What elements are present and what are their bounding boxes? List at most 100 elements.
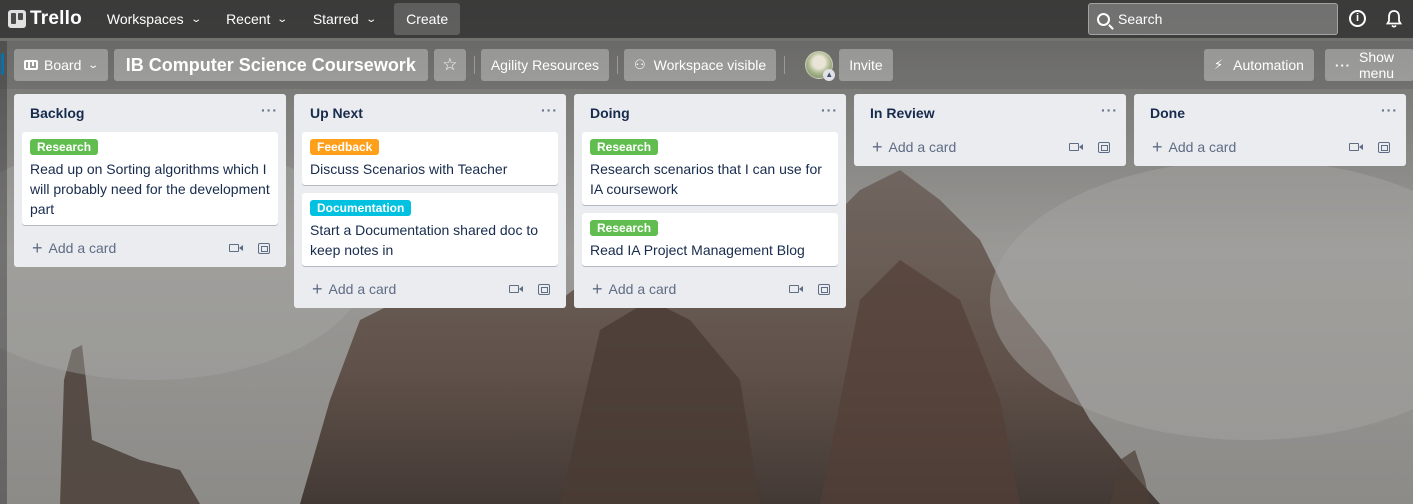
add-card-row: + Add a card xyxy=(302,274,558,304)
list-header: In Review ··· xyxy=(854,94,1126,132)
starred-menu[interactable]: Starred ⌄ xyxy=(302,3,386,35)
plus-icon: + xyxy=(872,137,883,157)
video-icon[interactable] xyxy=(509,285,523,293)
add-card-row: + Add a card xyxy=(22,233,278,263)
workspaces-label: Workspaces xyxy=(106,11,184,27)
show-menu-label: Show menu xyxy=(1359,49,1395,81)
automation-label: Automation xyxy=(1233,57,1304,73)
list-menu-icon[interactable]: ··· xyxy=(541,102,558,124)
sidebar-collapsed-strip[interactable] xyxy=(0,41,7,504)
list-header: Backlog ··· xyxy=(14,94,286,132)
board-view-switcher[interactable]: Board ⌄ xyxy=(14,49,108,81)
card-label: Documentation xyxy=(310,200,412,216)
search-input[interactable] xyxy=(1118,11,1318,27)
board-lists: Backlog ··· Research Read up on Sorting alg… xyxy=(14,94,1413,308)
list[interactable]: In Review ··· + Add a card xyxy=(854,94,1126,166)
logo-text: Trello xyxy=(30,8,82,29)
card-title: Read IA Project Management Blog xyxy=(590,242,805,258)
list-menu-icon[interactable]: ··· xyxy=(261,102,278,124)
add-card-button[interactable]: + Add a card xyxy=(872,137,957,157)
plus-icon: + xyxy=(1152,137,1163,157)
list-menu-icon[interactable]: ··· xyxy=(821,102,838,124)
automation-button[interactable]: ⚡ Automation xyxy=(1204,49,1314,81)
plus-icon: + xyxy=(312,279,323,299)
card[interactable]: Feedback Discuss Scenarios with Teacher xyxy=(302,132,558,185)
list-title[interactable]: In Review xyxy=(870,105,935,121)
admin-badge-icon: ▲ xyxy=(823,69,836,81)
starred-label: Starred xyxy=(312,11,359,27)
add-card-label: Add a card xyxy=(608,281,677,297)
list-title[interactable]: Doing xyxy=(590,105,630,121)
video-icon[interactable] xyxy=(1069,143,1083,151)
board-view-label: Board xyxy=(44,57,82,73)
board-header: Board ⌄ IB Computer Science Coursework ☆… xyxy=(0,41,1413,89)
member-avatar[interactable]: ▲ xyxy=(805,51,836,81)
card[interactable]: Research Research scenarios that I can us… xyxy=(582,132,838,205)
bell-icon[interactable] xyxy=(1385,9,1403,29)
add-card-actions xyxy=(509,283,550,295)
list[interactable]: Up Next ··· Feedback Discuss Scenarios with… xyxy=(294,94,566,308)
video-icon[interactable] xyxy=(229,244,243,252)
info-icon[interactable]: i xyxy=(1349,10,1366,27)
card[interactable]: Documentation Start a Documentation share… xyxy=(302,193,558,266)
list[interactable]: Backlog ··· Research Read up on Sorting alg… xyxy=(14,94,286,267)
star-board-button[interactable]: ☆ xyxy=(433,49,466,81)
add-card-actions xyxy=(1349,141,1390,153)
add-card-button[interactable]: + Add a card xyxy=(312,279,397,299)
search-box[interactable] xyxy=(1088,3,1338,35)
add-card-button[interactable]: + Add a card xyxy=(32,238,116,258)
star-icon: ☆ xyxy=(442,55,458,74)
video-icon[interactable] xyxy=(1349,143,1363,151)
workspace-button[interactable]: Agility Resources xyxy=(480,49,609,81)
card-template-icon[interactable] xyxy=(538,283,550,295)
recent-menu[interactable]: Recent ⌄ xyxy=(215,3,298,35)
add-card-label: Add a card xyxy=(328,281,397,297)
card-label: Research xyxy=(590,220,659,236)
add-card-actions xyxy=(229,242,270,254)
chevron-down-icon: ⌄ xyxy=(276,13,289,25)
people-icon: ⚇ xyxy=(633,57,646,72)
add-card-actions xyxy=(789,283,830,295)
list[interactable]: Doing ··· Research Research scenarios that … xyxy=(574,94,846,308)
chevron-down-icon: ⌄ xyxy=(87,59,100,71)
add-card-row: + Add a card xyxy=(582,274,838,304)
divider xyxy=(473,56,475,74)
card-title: Start a Documentation shared doc to keep… xyxy=(310,222,539,258)
card-title: Read up on Sorting algorithms which I wi… xyxy=(30,161,270,217)
list-title[interactable]: Up Next xyxy=(310,105,363,121)
card-title: Research scenarios that I can use for IA… xyxy=(590,161,822,197)
visibility-label: Workspace visible xyxy=(653,57,767,73)
card-template-icon[interactable] xyxy=(1098,141,1110,153)
video-icon[interactable] xyxy=(789,285,803,293)
add-card-row: + Add a card xyxy=(862,132,1118,162)
create-button[interactable]: Create xyxy=(394,3,461,35)
list-menu-icon[interactable]: ··· xyxy=(1381,102,1398,124)
add-card-button[interactable]: + Add a card xyxy=(592,279,677,299)
list-title[interactable]: Done xyxy=(1150,105,1185,121)
add-card-label: Add a card xyxy=(1168,139,1237,155)
divider xyxy=(784,56,786,74)
recent-label: Recent xyxy=(226,11,271,27)
card[interactable]: Research Read up on Sorting algorithms wh… xyxy=(22,132,278,225)
card-template-icon[interactable] xyxy=(818,283,830,295)
card-template-icon[interactable] xyxy=(258,242,270,254)
plus-icon: + xyxy=(32,238,43,258)
workspaces-menu[interactable]: Workspaces ⌄ xyxy=(96,3,211,35)
plus-icon: + xyxy=(592,279,603,299)
card[interactable]: Research Read IA Project Management Blog xyxy=(582,213,838,266)
board-title[interactable]: IB Computer Science Coursework xyxy=(113,49,428,81)
show-menu-button[interactable]: ··· Show menu xyxy=(1325,49,1413,81)
card-template-icon[interactable] xyxy=(1378,141,1390,153)
list-menu-icon[interactable]: ··· xyxy=(1101,102,1118,124)
add-card-button[interactable]: + Add a card xyxy=(1152,137,1237,157)
chevron-down-icon: ⌄ xyxy=(189,13,202,25)
board-icon xyxy=(24,60,38,70)
list[interactable]: Done ··· + Add a card xyxy=(1134,94,1406,166)
card-label: Research xyxy=(590,139,659,155)
add-card-label: Add a card xyxy=(888,139,957,155)
list-header: Up Next ··· xyxy=(294,94,566,132)
list-title[interactable]: Backlog xyxy=(30,105,84,121)
trello-logo[interactable]: Trello xyxy=(8,8,82,30)
visibility-button[interactable]: ⚇ Workspace visible xyxy=(623,49,777,81)
invite-button[interactable]: Invite xyxy=(839,49,893,81)
